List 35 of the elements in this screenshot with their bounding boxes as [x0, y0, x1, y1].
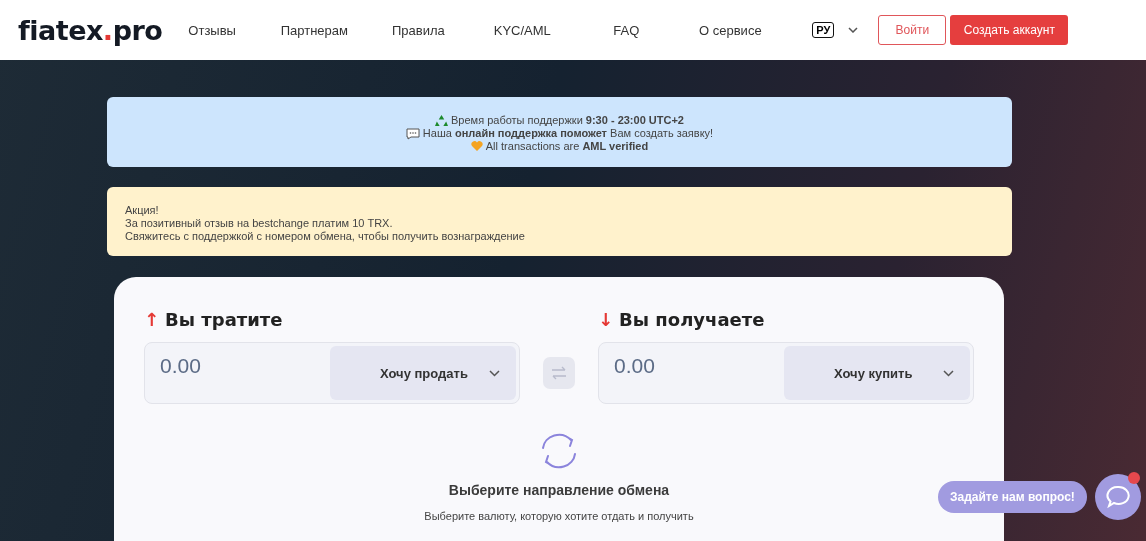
login-button[interactable]: Войти — [878, 15, 947, 45]
nav-link[interactable]: Правила — [366, 22, 471, 38]
nav-link[interactable]: О сервисе — [678, 22, 783, 38]
site-logo[interactable]: fiatex.pro — [18, 14, 163, 46]
section-title: Вы получаете — [619, 309, 765, 330]
empty-state-title: Выберите направление обмена — [448, 482, 670, 498]
refresh-arrows-icon — [539, 432, 579, 470]
swap-arrows-icon — [551, 366, 567, 380]
promo-text: Акция! — [125, 204, 160, 217]
notice-text: Наша онлайн поддержка поможет Вам создать заявку! — [422, 127, 714, 140]
amount-field[interactable]: 0.00 Хочу продать — [144, 342, 520, 404]
arrow-icon: ↓ — [598, 309, 614, 330]
language-selector[interactable]: РУ — [812, 22, 835, 38]
amount-field[interactable]: 0.00 Хочу купить — [598, 342, 974, 404]
section-title: Вы тратите — [165, 309, 283, 330]
chevron-down-icon — [943, 369, 954, 377]
promo-text: Свяжитесь с поддержкой с номером обмена, чтобы получить вознаграждение — [125, 230, 526, 243]
speech-bubble-icon — [405, 127, 420, 140]
chevron-down-icon[interactable] — [848, 27, 859, 33]
empty-state-text: Выберите валюту, которую хотите отдать и получить — [424, 510, 694, 522]
currency-select[interactable]: Хочу купить — [784, 346, 970, 400]
nav-link[interactable]: KYC/AML — [470, 22, 575, 38]
arrow-icon: ↑ — [144, 309, 160, 330]
chevron-down-icon — [489, 369, 500, 377]
signup-button[interactable]: Создать аккаунт — [950, 15, 1069, 45]
nav-link[interactable]: FAQ — [574, 22, 679, 38]
nav-link[interactable]: Партнерам — [262, 22, 367, 38]
currency-select[interactable]: Хочу продать — [330, 346, 516, 400]
nav-link[interactable]: Отзывы — [188, 22, 263, 38]
chat-bubble-icon — [1104, 485, 1131, 509]
notice-text: All transactions are AML verified — [485, 140, 649, 153]
heart-icon — [470, 141, 483, 152]
notice-text: Время работы поддержки 9:30 - 23:00 UTC+2 — [451, 114, 684, 127]
promo-text: За позитивный отзыв на bestchange платим 10 TRX. — [125, 217, 394, 230]
chat-button[interactable] — [1094, 474, 1141, 520]
